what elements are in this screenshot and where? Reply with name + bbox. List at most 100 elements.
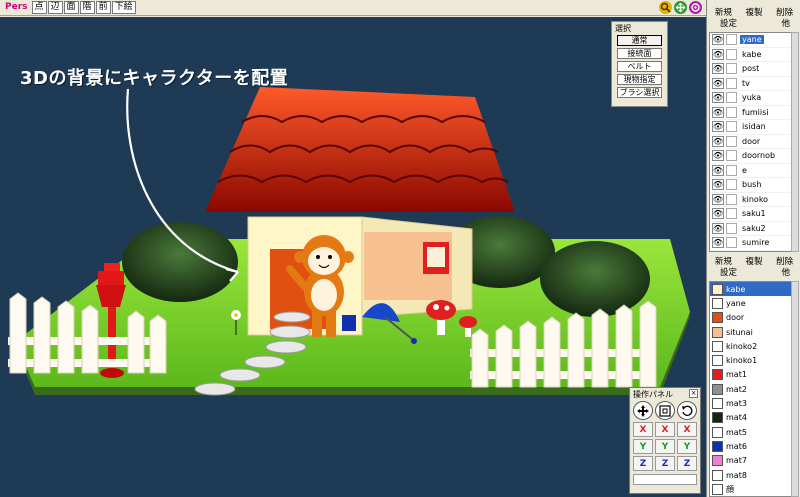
visibility-eye-icon[interactable]: 👁: [712, 208, 724, 220]
visibility-eye-icon[interactable]: 👁: [712, 77, 724, 89]
edge-mode-button[interactable]: 辺: [47, 1, 63, 14]
lock-toggle[interactable]: [726, 179, 737, 191]
object-item[interactable]: 👁 door: [710, 135, 792, 149]
rotate-y-button[interactable]: Y: [677, 439, 697, 454]
scale-tool-icon[interactable]: [655, 401, 675, 420]
object-list-scrollbar[interactable]: [791, 32, 799, 252]
visibility-eye-icon[interactable]: 👁: [712, 193, 724, 205]
object-item[interactable]: 👁 yane: [710, 33, 792, 48]
object-item[interactable]: 👁 saku2: [710, 222, 792, 236]
object-new-button[interactable]: 新規: [708, 8, 739, 19]
object-item[interactable]: 👁 kinoko: [710, 193, 792, 207]
object-duplicate-button[interactable]: 複製: [739, 8, 770, 19]
object-item[interactable]: 👁 doornob: [710, 149, 792, 164]
lock-toggle[interactable]: [726, 208, 737, 220]
material-item[interactable]: mat2: [710, 382, 792, 396]
lock-toggle[interactable]: [726, 34, 737, 46]
object-item[interactable]: 👁 bush: [710, 178, 792, 193]
object-item[interactable]: 👁 kabe: [710, 48, 792, 62]
operation-value-field[interactable]: [633, 474, 697, 485]
material-item[interactable]: mat6: [710, 439, 792, 453]
object-item[interactable]: 👁 saku1: [710, 207, 792, 222]
material-item[interactable]: mat5: [710, 425, 792, 439]
rotate-x-button[interactable]: X: [677, 422, 697, 437]
rotate-icon[interactable]: [689, 1, 702, 14]
visibility-eye-icon[interactable]: 👁: [712, 135, 724, 147]
material-item[interactable]: mat4: [710, 411, 792, 425]
object-item[interactable]: 👁 yuka: [710, 91, 792, 106]
move-z-button[interactable]: Z: [633, 456, 653, 471]
scale-y-button[interactable]: Y: [655, 439, 675, 454]
visibility-eye-icon[interactable]: 👁: [712, 106, 724, 118]
visibility-eye-icon[interactable]: 👁: [712, 34, 724, 46]
lock-toggle[interactable]: [726, 121, 737, 133]
magnify-icon[interactable]: [659, 1, 672, 14]
material-duplicate-button[interactable]: 複製: [739, 257, 770, 268]
face-mode-button[interactable]: 面: [63, 1, 79, 14]
material-item[interactable]: kinoko2: [710, 339, 792, 353]
lock-toggle[interactable]: [726, 150, 737, 162]
front-button[interactable]: 前: [95, 1, 111, 14]
material-item[interactable]: mat8: [710, 468, 792, 482]
visibility-eye-icon[interactable]: 👁: [712, 150, 724, 162]
material-item[interactable]: kabe: [710, 282, 792, 297]
underlay-button[interactable]: 下絵: [111, 1, 136, 14]
lock-toggle[interactable]: [726, 222, 737, 234]
material-item[interactable]: mat1: [710, 368, 792, 382]
lock-toggle[interactable]: [726, 135, 737, 147]
visibility-eye-icon[interactable]: 👁: [712, 48, 724, 60]
move-tool-icon[interactable]: [633, 401, 653, 420]
lock-toggle[interactable]: [726, 193, 737, 205]
scale-x-button[interactable]: X: [655, 422, 675, 437]
material-item[interactable]: yane: [710, 296, 792, 310]
move-icon[interactable]: [674, 1, 687, 14]
object-item[interactable]: 👁 e: [710, 164, 792, 178]
rotate-tool-icon[interactable]: [677, 401, 697, 420]
visibility-eye-icon[interactable]: 👁: [712, 63, 724, 75]
perspective-mode-button[interactable]: Pers: [2, 1, 31, 14]
rotate-z-button[interactable]: Z: [677, 456, 697, 471]
visibility-eye-icon[interactable]: 👁: [712, 121, 724, 133]
select-belt-option[interactable]: ベルト: [617, 61, 662, 72]
point-mode-button[interactable]: 点: [31, 1, 47, 14]
material-list-scrollbar[interactable]: [791, 281, 799, 497]
object-settings-button[interactable]: 設定: [708, 19, 749, 30]
select-normal-option[interactable]: 通常: [617, 35, 662, 46]
material-other-button[interactable]: 他: [749, 268, 800, 279]
select-object-option[interactable]: 現物指定: [617, 74, 662, 85]
material-item[interactable]: mat3: [710, 396, 792, 410]
visibility-eye-icon[interactable]: 👁: [712, 164, 724, 176]
hierarchy-button[interactable]: 階: [79, 1, 95, 14]
scale-z-button[interactable]: Z: [655, 456, 675, 471]
lock-toggle[interactable]: [726, 48, 737, 60]
visibility-eye-icon[interactable]: 👁: [712, 237, 724, 249]
object-item[interactable]: 👁 tv: [710, 77, 792, 91]
lock-toggle[interactable]: [726, 164, 737, 176]
move-x-button[interactable]: X: [633, 422, 653, 437]
material-item[interactable]: 顔: [710, 482, 792, 496]
visibility-eye-icon[interactable]: 👁: [712, 92, 724, 104]
select-brush-option[interactable]: ブラシ選択: [617, 87, 662, 98]
visibility-eye-icon[interactable]: 👁: [712, 179, 724, 191]
material-settings-button[interactable]: 設定: [708, 268, 749, 279]
3d-viewport[interactable]: 3Dの背景にキャラクターを配置 選択 通常 接続面 ベルト 現物指定 ブラシ選択…: [0, 17, 706, 497]
material-item[interactable]: kinoko1: [710, 353, 792, 367]
object-item[interactable]: 👁 post: [710, 62, 792, 77]
lock-toggle[interactable]: [726, 77, 737, 89]
object-delete-button[interactable]: 削除: [769, 8, 800, 19]
visibility-eye-icon[interactable]: 👁: [712, 222, 724, 234]
object-item[interactable]: 👁 fumiisi: [710, 106, 792, 120]
material-new-button[interactable]: 新規: [708, 257, 739, 268]
object-item[interactable]: 👁 sumire: [710, 236, 792, 251]
lock-toggle[interactable]: [726, 92, 737, 104]
close-icon[interactable]: ×: [689, 389, 698, 398]
material-delete-button[interactable]: 削除: [769, 257, 800, 268]
material-item[interactable]: door: [710, 311, 792, 325]
object-other-button[interactable]: 他: [749, 19, 800, 30]
object-item[interactable]: 👁 isidan: [710, 120, 792, 135]
select-connected-face-option[interactable]: 接続面: [617, 48, 662, 59]
lock-toggle[interactable]: [726, 237, 737, 249]
move-y-button[interactable]: Y: [633, 439, 653, 454]
lock-toggle[interactable]: [726, 63, 737, 75]
material-item[interactable]: situnai: [710, 325, 792, 339]
